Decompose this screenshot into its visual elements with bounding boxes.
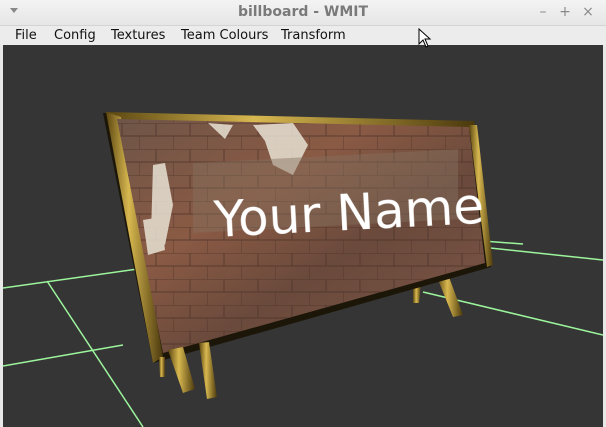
billboard-model-render: Your Name [3, 112, 603, 427]
menu-config[interactable]: Config [54, 28, 96, 43]
window-title: billboard - WMIT [237, 4, 369, 20]
menu-team-colours[interactable]: Team Colours [181, 28, 268, 43]
menu-bar: File Config Textures Team Colours Transf… [0, 26, 606, 45]
close-icon[interactable]: × [581, 4, 595, 20]
billboard-leg [199, 342, 217, 399]
billboard-leg [159, 357, 165, 377]
menu-textures[interactable]: Textures [111, 28, 165, 43]
menu-transform[interactable]: Transform [281, 28, 346, 43]
title-bar: billboard - WMIT – + × [0, 0, 606, 26]
minimize-icon[interactable]: – [536, 4, 550, 20]
mouse-cursor-icon [418, 28, 432, 48]
maximize-icon[interactable]: + [558, 4, 572, 20]
menu-file[interactable]: File [15, 28, 37, 43]
3d-viewport[interactable]: Your Name [3, 45, 603, 427]
billboard-leg [168, 347, 195, 393]
